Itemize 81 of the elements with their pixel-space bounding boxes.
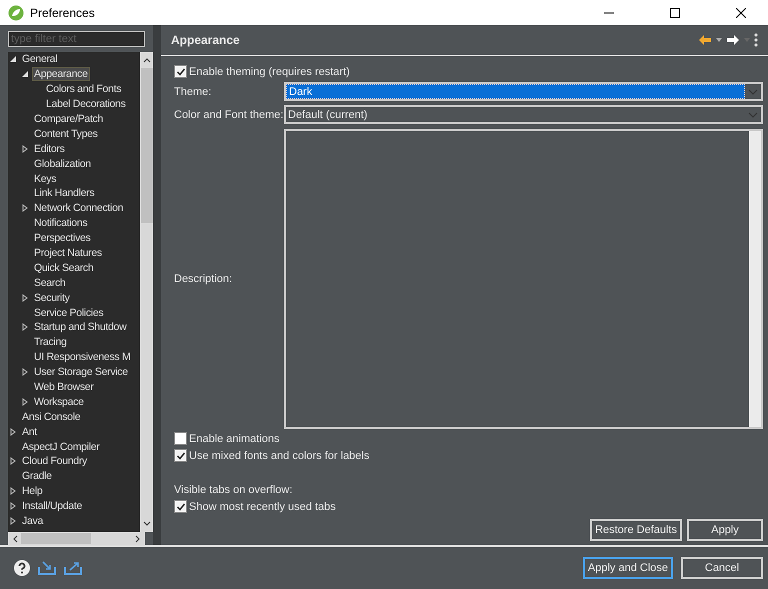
tree-item[interactable]: Content Types	[33, 128, 99, 140]
back-arrow-icon[interactable]	[698, 34, 712, 46]
apply-button[interactable]: Apply	[687, 519, 763, 541]
scroll-up-icon[interactable]	[142, 57, 150, 63]
tree-item[interactable]: Service Policies	[33, 306, 104, 319]
checkbox-label: Show most recently used tabs	[189, 500, 336, 512]
page-title: Appearance	[171, 33, 240, 47]
window-title: Preferences	[30, 6, 95, 20]
tree-item[interactable]: Ant	[21, 426, 38, 438]
checkbox-label: Enable theming (requires restart)	[189, 66, 350, 78]
tree-item[interactable]: Globalization	[33, 158, 92, 170]
tree-item[interactable]: Security	[33, 292, 71, 304]
collapsed-arrow-icon[interactable]	[9, 457, 17, 466]
collapsed-arrow-icon[interactable]	[9, 517, 17, 526]
app-logo-icon	[8, 4, 24, 20]
tree-item[interactable]: Editors	[33, 142, 66, 155]
expanded-arrow-icon[interactable]	[21, 70, 29, 78]
expanded-arrow-icon[interactable]	[9, 55, 17, 64]
tree-item[interactable]: Compare/Patch	[33, 113, 104, 125]
tree-item[interactable]: Tracing	[33, 336, 68, 348]
scroll-down-icon[interactable]	[142, 521, 150, 527]
checkbox[interactable]	[174, 449, 187, 462]
field-label: Description:	[174, 273, 234, 285]
tree-item[interactable]: User Storage Service	[33, 366, 129, 378]
section-label: Visible tabs on overflow:	[174, 482, 294, 498]
tree-item[interactable]: Appearance	[33, 68, 89, 80]
checkbox-label: Use mixed fonts and colors for labels	[189, 450, 370, 462]
tree-item[interactable]: Link Handlers	[33, 187, 96, 200]
checkbox[interactable]	[174, 65, 187, 78]
dropdown-caret-icon[interactable]	[716, 38, 722, 42]
tree-item[interactable]: Network Connection	[33, 202, 124, 214]
tree-item[interactable]: Cloud Foundry	[21, 455, 88, 468]
tree-item[interactable]: Help	[21, 485, 44, 498]
collapsed-arrow-icon[interactable]	[9, 502, 17, 510]
color-theme-dropdown[interactable]: Default (current)	[284, 105, 763, 124]
more-icon[interactable]	[754, 33, 758, 47]
tree-item[interactable]: Workspace	[33, 396, 85, 408]
theme-dropdown[interactable]: Dark	[284, 82, 763, 101]
tree-item[interactable]: Quick Search	[33, 262, 94, 274]
close-icon[interactable]	[736, 8, 746, 18]
export-icon[interactable]	[64, 561, 82, 575]
checkbox[interactable]	[174, 500, 187, 513]
apply-and-close-button[interactable]: Apply and Close	[582, 557, 673, 579]
tree-item[interactable]: Colors and Fonts	[45, 83, 122, 96]
horizontal-scrollbar[interactable]	[8, 532, 145, 545]
collapsed-arrow-icon[interactable]	[21, 398, 29, 406]
tree-item[interactable]: General	[21, 53, 58, 66]
collapsed-arrow-icon[interactable]	[21, 144, 29, 153]
checkbox-label: Enable animations	[189, 432, 280, 444]
vertical-scrollbar[interactable]	[140, 52, 153, 532]
collapsed-arrow-icon[interactable]	[21, 204, 29, 212]
tree-item[interactable]: Perspectives	[33, 232, 92, 244]
maximize-icon[interactable]	[670, 8, 680, 18]
collapsed-arrow-icon[interactable]	[21, 294, 29, 302]
forward-arrow-icon[interactable]	[726, 34, 740, 46]
field-label: Theme:	[174, 86, 212, 98]
collapsed-arrow-icon[interactable]	[21, 368, 29, 376]
tree-item[interactable]: Java	[21, 515, 44, 528]
collapsed-arrow-icon[interactable]	[9, 487, 17, 496]
import-icon[interactable]	[38, 561, 56, 575]
help-icon[interactable]	[14, 560, 30, 576]
restore-defaults-button[interactable]: Restore Defaults	[590, 519, 682, 541]
tree-item[interactable]: Project Natures	[33, 247, 103, 260]
tree-item[interactable]: Search	[33, 276, 66, 289]
tree-item[interactable]: Startup and Shutdow	[33, 321, 128, 334]
tree-item[interactable]: UI Responsiveness M	[33, 351, 132, 364]
checkbox[interactable]	[174, 432, 187, 445]
tree-item[interactable]: AspectJ Compiler	[21, 440, 100, 453]
cancel-button[interactable]: Cancel	[681, 557, 763, 579]
collapsed-arrow-icon[interactable]	[21, 323, 29, 332]
scroll-left-icon[interactable]	[12, 534, 18, 542]
tree-item[interactable]: Label Decorations	[45, 98, 127, 110]
tree-item[interactable]: Notifications	[33, 217, 88, 230]
scroll-right-icon[interactable]	[135, 534, 141, 542]
tree-item[interactable]: Keys	[33, 172, 58, 185]
field-label: Color and Font theme:	[174, 108, 284, 120]
tree-item[interactable]: Gradle	[21, 470, 53, 482]
collapsed-arrow-icon[interactable]	[9, 428, 17, 436]
tree-item[interactable]: Install/Update	[21, 500, 84, 512]
tree-item[interactable]: Ansi Console	[21, 410, 82, 423]
tree-item[interactable]: Web Browser	[33, 381, 95, 394]
